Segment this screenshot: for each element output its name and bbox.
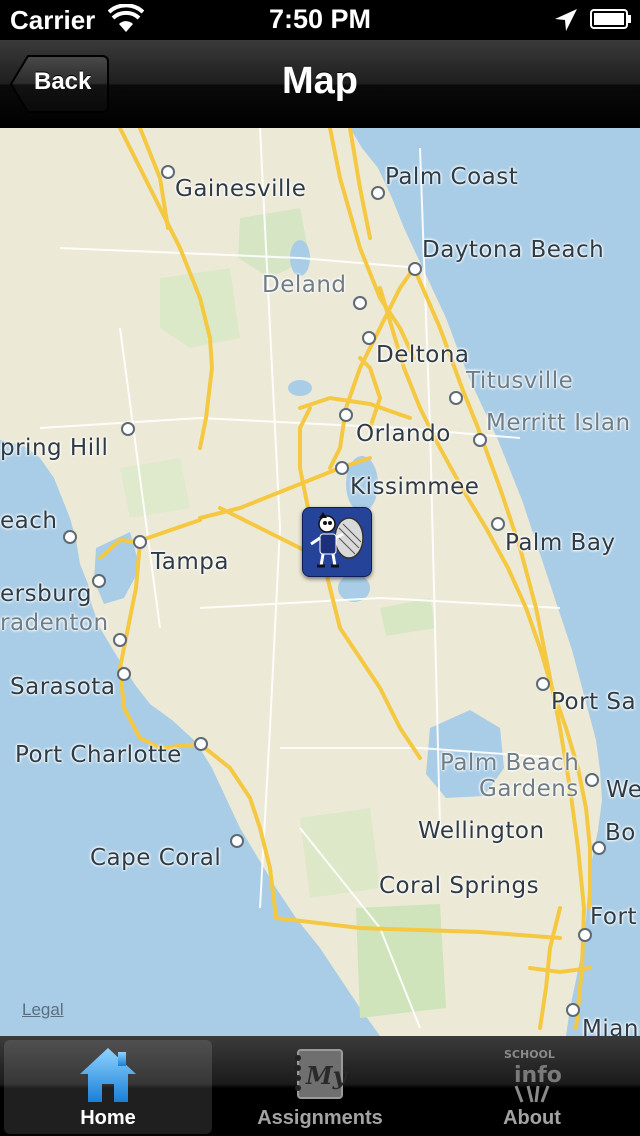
city-dot [92, 574, 106, 588]
city-dot [449, 391, 463, 405]
tab-about-label: About [503, 1107, 561, 1129]
city-dot [536, 677, 550, 691]
city-dot [592, 841, 606, 855]
city-label: Orlando [356, 421, 451, 447]
city-label: ersburg [0, 581, 92, 607]
city-label: Tampa [151, 549, 229, 575]
city-label: Sarasota [10, 674, 116, 700]
tab-bar: Home My Assignments SCHOOL info About [0, 1036, 640, 1136]
city-label: Deland [262, 272, 347, 298]
tab-assignments-label: Assignments [257, 1107, 383, 1129]
city-label: Kissimmee [350, 474, 480, 500]
city-label: Port Charlotte [15, 742, 182, 768]
city-dot [408, 262, 422, 276]
city-label: Wellington [418, 818, 545, 844]
city-dot [194, 737, 208, 751]
city-dot [113, 633, 127, 647]
school-info-icon: SCHOOL info [504, 1048, 562, 1103]
city-label: Merritt Islan [486, 410, 631, 436]
city-label: Bo [605, 820, 636, 846]
city-label: Mian [582, 1016, 639, 1036]
tab-home-label: Home [80, 1107, 136, 1129]
city-dot [117, 667, 131, 681]
city-dot [371, 186, 385, 200]
school-location-pin[interactable] [302, 507, 372, 577]
city-dot [362, 331, 376, 345]
location-arrow-icon [555, 9, 577, 31]
city-label: Titusville [466, 368, 574, 394]
battery-icon [590, 9, 631, 29]
city-label: We [606, 777, 640, 803]
home-icon [80, 1048, 136, 1102]
city-dot [161, 165, 175, 179]
city-dot [133, 535, 147, 549]
city-label: Fort [590, 904, 637, 930]
legal-link[interactable]: Legal [22, 1000, 64, 1020]
city-dot [121, 422, 135, 436]
city-dot [63, 530, 77, 544]
city-label: Coral Springs [379, 873, 540, 899]
map-view[interactable]: Gainesville Palm Coast Daytona Beach Del… [0, 128, 640, 1036]
school-mascot-icon [303, 508, 371, 576]
city-dot [585, 773, 599, 787]
page-title: Map [282, 60, 358, 102]
city-dot [339, 408, 353, 422]
city-label: Gainesville [175, 176, 307, 202]
city-label: Palm Bay [505, 530, 616, 556]
svg-text:info: info [514, 1063, 562, 1088]
tab-home[interactable]: Home [4, 1040, 212, 1134]
tab-assignments[interactable]: My Assignments [216, 1040, 424, 1134]
city-dot [491, 517, 505, 531]
city-label: Port Sa [551, 689, 637, 715]
notebook-icon: My [295, 1049, 349, 1099]
city-dot [353, 296, 367, 310]
svg-text:SCHOOL: SCHOOL [504, 1048, 555, 1061]
city-label: pring Hill [0, 435, 109, 461]
city-label: Palm Coast [385, 164, 519, 190]
city-dot [473, 433, 487, 447]
city-label: Deltona [376, 342, 470, 368]
city-label: radenton [0, 610, 109, 636]
city-dot [566, 1003, 580, 1017]
city-label: Cape Coral [90, 845, 222, 871]
status-time: 7:50 PM [268, 4, 372, 34]
tab-about[interactable]: SCHOOL info About [428, 1040, 636, 1134]
svg-text:My: My [305, 1061, 349, 1090]
city-dot [578, 928, 592, 942]
navigation-bar: Back Map [0, 40, 640, 129]
city-dot [335, 461, 349, 475]
city-label: Gardens [479, 776, 579, 802]
city-dot [230, 834, 244, 848]
status-bar: Carrier 7:50 PM [0, 0, 640, 40]
city-label: each [0, 508, 58, 534]
city-label: Daytona Beach [422, 237, 605, 263]
city-label: Palm Beach [440, 750, 580, 776]
